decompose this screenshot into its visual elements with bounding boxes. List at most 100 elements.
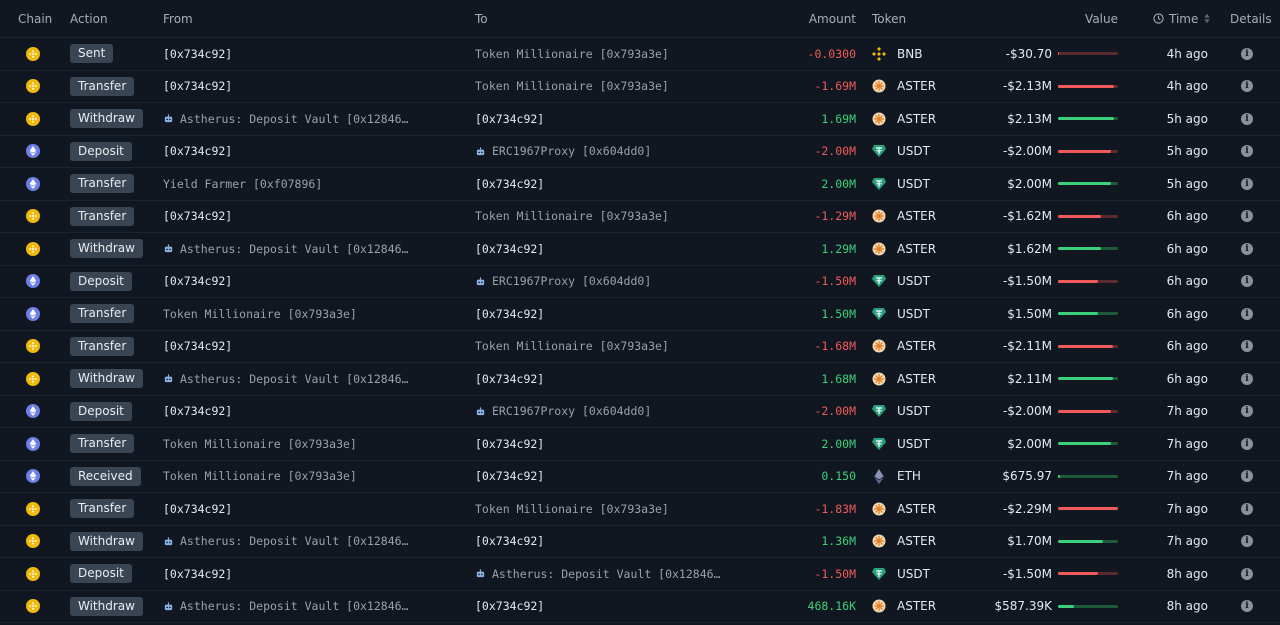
table-row[interactable]: Received Token Millionaire [0x793a3e] [0…: [0, 461, 1280, 493]
header-action[interactable]: Action: [70, 0, 108, 37]
to-address[interactable]: [0x734c92]: [475, 112, 544, 126]
from-address[interactable]: Astherus: Deposit Vault [0x12846…: [180, 599, 408, 613]
from-address[interactable]: [0x734c92]: [163, 567, 232, 581]
to-address[interactable]: [0x734c92]: [475, 372, 544, 386]
from-address[interactable]: Token Millionaire [0x793a3e]: [163, 469, 357, 483]
token-cell[interactable]: USDT: [871, 168, 930, 200]
info-icon[interactable]: i: [1241, 210, 1253, 223]
to-address[interactable]: [0x734c92]: [475, 534, 544, 548]
from-address[interactable]: [0x734c92]: [163, 274, 232, 288]
info-icon[interactable]: i: [1241, 145, 1253, 158]
header-chain[interactable]: Chain: [18, 0, 52, 37]
sort-icon[interactable]: [1203, 13, 1211, 24]
info-icon[interactable]: i: [1241, 47, 1253, 60]
to-address[interactable]: Astherus: Deposit Vault [0x12846…: [492, 567, 720, 581]
from-address[interactable]: [0x734c92]: [163, 47, 232, 61]
token-cell[interactable]: ASTER: [871, 493, 936, 525]
table-row[interactable]: Transfer Token Millionaire [0x793a3e] [0…: [0, 428, 1280, 461]
from-address[interactable]: Token Millionaire [0x793a3e]: [163, 437, 357, 451]
to-address[interactable]: [0x734c92]: [475, 599, 544, 613]
from-address[interactable]: Token Millionaire [0x793a3e]: [163, 307, 357, 321]
from-address[interactable]: Astherus: Deposit Vault [0x12846…: [180, 372, 408, 386]
header-amount[interactable]: Amount: [809, 0, 856, 37]
from-address[interactable]: [0x734c92]: [163, 79, 232, 93]
token-cell[interactable]: ASTER: [871, 201, 936, 233]
table-row[interactable]: Transfer Yield Farmer [0xf07896] [0x734c…: [0, 168, 1280, 201]
token-cell[interactable]: ASTER: [871, 103, 936, 135]
from-address[interactable]: [0x734c92]: [163, 502, 232, 516]
to-address[interactable]: Token Millionaire [0x793a3e]: [475, 209, 669, 223]
info-icon[interactable]: i: [1241, 600, 1253, 613]
token-cell[interactable]: USDT: [871, 136, 930, 168]
table-row[interactable]: Transfer [0x734c92] Token Millionaire [0…: [0, 331, 1280, 363]
header-token[interactable]: Token: [872, 0, 906, 37]
table-row[interactable]: Transfer [0x734c92] Token Millionaire [0…: [0, 201, 1280, 233]
to-address[interactable]: Token Millionaire [0x793a3e]: [475, 339, 669, 353]
info-icon[interactable]: i: [1241, 80, 1253, 93]
to-address[interactable]: [0x734c92]: [475, 242, 544, 256]
table-row[interactable]: Deposit [0x734c92] ERC1967Proxy [0x604dd…: [0, 396, 1280, 428]
table-row[interactable]: Transfer Token Millionaire [0x793a3e] [0…: [0, 298, 1280, 331]
to-address[interactable]: [0x734c92]: [475, 437, 544, 451]
from-address[interactable]: Yield Farmer [0xf07896]: [163, 177, 322, 191]
token-cell[interactable]: ASTER: [871, 591, 936, 623]
to-address[interactable]: ERC1967Proxy [0x604dd0]: [492, 144, 651, 158]
token-cell[interactable]: ETH: [871, 461, 921, 493]
token-cell[interactable]: ASTER: [871, 526, 936, 558]
table-row[interactable]: Withdraw Astherus: Deposit Vault [0x1284…: [0, 233, 1280, 266]
table-row[interactable]: Withdraw Astherus: Deposit Vault [0x1284…: [0, 526, 1280, 558]
from-address[interactable]: Astherus: Deposit Vault [0x12846…: [180, 112, 408, 126]
usdt-token-icon: [871, 566, 887, 582]
to-address[interactable]: ERC1967Proxy [0x604dd0]: [492, 274, 651, 288]
token-cell[interactable]: ASTER: [871, 363, 936, 395]
from-address[interactable]: [0x734c92]: [163, 404, 232, 418]
to-address[interactable]: [0x734c92]: [475, 177, 544, 191]
to-address[interactable]: Token Millionaire [0x793a3e]: [475, 47, 669, 61]
info-icon[interactable]: i: [1241, 340, 1253, 353]
from-address[interactable]: [0x734c92]: [163, 144, 232, 158]
info-icon[interactable]: i: [1241, 307, 1253, 320]
token-cell[interactable]: USDT: [871, 558, 930, 590]
info-icon[interactable]: i: [1241, 502, 1253, 515]
from-address[interactable]: Astherus: Deposit Vault [0x12846…: [180, 242, 408, 256]
info-icon[interactable]: i: [1241, 437, 1253, 450]
table-row[interactable]: Withdraw Astherus: Deposit Vault [0x1284…: [0, 363, 1280, 396]
info-icon[interactable]: i: [1241, 242, 1253, 255]
header-from[interactable]: From: [163, 0, 193, 37]
to-address[interactable]: [0x734c92]: [475, 307, 544, 321]
from-address[interactable]: [0x734c92]: [163, 339, 232, 353]
info-icon[interactable]: i: [1241, 567, 1253, 580]
token-cell[interactable]: USDT: [871, 266, 930, 298]
header-to[interactable]: To: [475, 0, 488, 37]
header-value[interactable]: Value: [1085, 0, 1118, 37]
to-address[interactable]: ERC1967Proxy [0x604dd0]: [492, 404, 651, 418]
token-cell[interactable]: BNB: [871, 38, 922, 70]
token-cell[interactable]: ASTER: [871, 233, 936, 265]
info-icon[interactable]: i: [1241, 535, 1253, 548]
info-icon[interactable]: i: [1241, 405, 1253, 418]
info-icon[interactable]: i: [1241, 112, 1253, 125]
from-address[interactable]: [0x734c92]: [163, 209, 232, 223]
token-cell[interactable]: USDT: [871, 428, 930, 460]
token-cell[interactable]: USDT: [871, 298, 930, 330]
header-time[interactable]: Time: [1153, 0, 1211, 37]
table-row[interactable]: Transfer [0x734c92] Token Millionaire [0…: [0, 493, 1280, 526]
table-row[interactable]: Deposit [0x734c92] ERC1967Proxy [0x604dd…: [0, 266, 1280, 298]
table-row[interactable]: Transfer [0x734c92] Token Millionaire [0…: [0, 71, 1280, 103]
table-row[interactable]: Deposit [0x734c92] ERC1967Proxy [0x604dd…: [0, 136, 1280, 168]
info-icon[interactable]: i: [1241, 470, 1253, 483]
token-cell[interactable]: ASTER: [871, 331, 936, 363]
info-icon[interactable]: i: [1241, 372, 1253, 385]
from-address[interactable]: Astherus: Deposit Vault [0x12846…: [180, 534, 408, 548]
table-row[interactable]: Sent [0x734c92] Token Millionaire [0x793…: [0, 38, 1280, 71]
token-cell[interactable]: USDT: [871, 396, 930, 428]
to-address[interactable]: [0x734c92]: [475, 469, 544, 483]
to-address[interactable]: Token Millionaire [0x793a3e]: [475, 502, 669, 516]
table-row[interactable]: Deposit [0x734c92] Astherus: Deposit Vau…: [0, 558, 1280, 591]
token-cell[interactable]: ASTER: [871, 71, 936, 103]
table-row[interactable]: Withdraw Astherus: Deposit Vault [0x1284…: [0, 591, 1280, 623]
info-icon[interactable]: i: [1241, 177, 1253, 190]
to-address[interactable]: Token Millionaire [0x793a3e]: [475, 79, 669, 93]
table-row[interactable]: Withdraw Astherus: Deposit Vault [0x1284…: [0, 103, 1280, 136]
info-icon[interactable]: i: [1241, 275, 1253, 288]
